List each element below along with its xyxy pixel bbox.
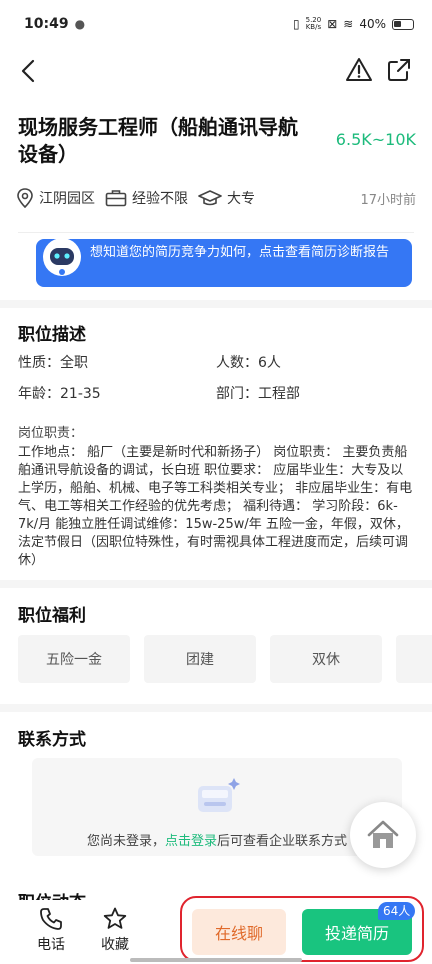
resume-diagnosis-banner[interactable]: 想知道您的简历竞争力如何，点击查看简历诊断报告 (36, 238, 412, 287)
nature-label: 性质： (18, 355, 60, 371)
description-title: 职位描述 (18, 325, 86, 345)
job-title: 现场服务工程师（船舶通讯导航设备） (18, 115, 298, 166)
robot-mascot-icon (43, 238, 81, 276)
benefit-tag: 双休 (270, 635, 382, 683)
back-arrow-icon[interactable] (14, 56, 44, 86)
contact-box: 您尚未登录，点击登录后可查看企业联系方式 (32, 758, 402, 856)
age-label: 年龄： (18, 386, 60, 402)
education-text: 大专 (227, 191, 255, 207)
department-value: 工程部 (258, 386, 300, 402)
share-icon[interactable] (384, 55, 414, 85)
department-row: 部门：工程部 (216, 383, 300, 403)
top-bar (0, 48, 432, 94)
home-icon (367, 820, 399, 848)
status-time: 10:49 (24, 16, 69, 32)
section-separator (0, 300, 432, 308)
benefit-tag (396, 635, 432, 683)
login-hint-suffix: 后可查看企业联系方式 (217, 834, 348, 849)
star-icon (103, 907, 127, 929)
headcount-value: 6人 (258, 355, 281, 371)
section-separator (0, 704, 432, 712)
banner-text: 想知道您的简历竞争力如何，点击查看简历诊断报告 (90, 245, 390, 260)
meta-experience: 经验不限 (105, 188, 188, 208)
sim-icon: ⊠ (327, 17, 338, 31)
applicant-count-badge: 64人 (378, 902, 416, 920)
duty-text: 工作地点： 船厂（主要是新时代和新扬子） 岗位职责： 主要负责船舶通讯导航设备的… (18, 445, 413, 568)
favorite-button[interactable]: 收藏 (92, 906, 138, 954)
benefits-title: 职位福利 (18, 606, 86, 626)
report-warning-icon[interactable] (344, 55, 374, 85)
divider (18, 232, 414, 233)
network-speed-unit: KB/s (305, 23, 322, 31)
nature-value: 全职 (60, 355, 88, 371)
location-text: 江阴园区 (39, 191, 95, 207)
contact-title: 联系方式 (18, 730, 86, 750)
location-pin-icon (17, 188, 33, 208)
online-chat-button[interactable]: 在线聊 (192, 909, 286, 955)
status-icons: ▯ 5.20 KB/s ⊠ ≋ 40% (293, 17, 414, 31)
vibrate-icon: ▯ (293, 17, 300, 31)
wifi-icon: ≋ (343, 17, 354, 31)
meta-education: 大专 (198, 188, 255, 208)
wechat-notification-icon: ● (74, 17, 86, 31)
salary: 6.5K~10K (335, 130, 416, 149)
phone-icon (40, 908, 62, 930)
age-value: 21-35 (60, 386, 101, 402)
section-separator (0, 580, 432, 588)
duty-label: 岗位职责： (18, 426, 84, 441)
phone-button[interactable]: 电话 (28, 906, 74, 954)
login-hint: 您尚未登录，点击登录后可查看企业联系方式 (32, 830, 402, 849)
job-meta: 江阴园区 经验不限 大专 17小时前 (16, 184, 416, 212)
posted-time: 17小时前 (360, 192, 416, 208)
battery-icon (392, 18, 414, 30)
meta-location: 江阴园区 (16, 188, 95, 208)
login-hint-prefix: 您尚未登录， (86, 834, 165, 849)
home-floating-button[interactable] (350, 802, 416, 868)
graduation-cap-icon (198, 190, 222, 206)
benefit-list: 五险一金 团建 双休 (18, 635, 432, 683)
benefit-tag: 五险一金 (18, 635, 130, 683)
headcount-row: 人数：6人 (216, 352, 281, 372)
department-label: 部门： (216, 386, 258, 402)
favorite-label: 收藏 (101, 937, 129, 953)
nature-row: 性质：全职 (18, 352, 88, 372)
contact-card-illustration-icon (198, 778, 240, 812)
battery-percent: 40% (359, 17, 386, 31)
briefcase-icon (105, 190, 127, 207)
login-link[interactable]: 点击登录 (165, 834, 217, 849)
benefit-tag: 团建 (144, 635, 256, 683)
headcount-label: 人数： (216, 355, 258, 371)
dynamics-title: 职位动态 (18, 888, 86, 900)
age-row: 年龄：21-35 (18, 383, 101, 403)
home-indicator (130, 958, 302, 962)
phone-label: 电话 (37, 937, 65, 953)
network-speed: 5.20 KB/s (306, 17, 322, 31)
experience-text: 经验不限 (132, 191, 188, 207)
status-bar: 10:49 ● ▯ 5.20 KB/s ⊠ ≋ 40% (0, 0, 432, 48)
